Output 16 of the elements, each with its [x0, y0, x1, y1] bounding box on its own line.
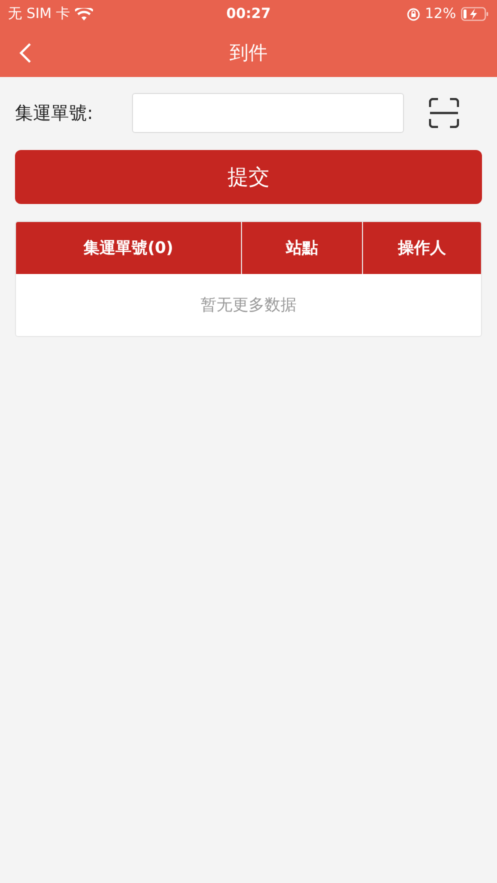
submit-button[interactable]: 提交 [15, 150, 482, 204]
page-title: 到件 [230, 40, 268, 66]
back-icon[interactable] [18, 42, 32, 64]
wifi-icon [75, 8, 93, 20]
battery-percent: 12% [424, 6, 456, 22]
tracking-number-field[interactable] [132, 93, 404, 133]
field-label: 集運單號: [15, 102, 94, 125]
clock: 00:27 [226, 6, 271, 22]
rotation-lock-icon [406, 8, 420, 20]
empty-message: 暂无更多数据 [200, 294, 296, 316]
carrier: 无 SIM 卡 [8, 5, 70, 23]
battery-charging-icon [461, 7, 489, 21]
column-header: 站點 [241, 222, 362, 274]
column-header: 操作人 [362, 222, 481, 274]
column-header: 集運單號(0) [82, 236, 174, 258]
scan-icon[interactable] [429, 98, 459, 128]
